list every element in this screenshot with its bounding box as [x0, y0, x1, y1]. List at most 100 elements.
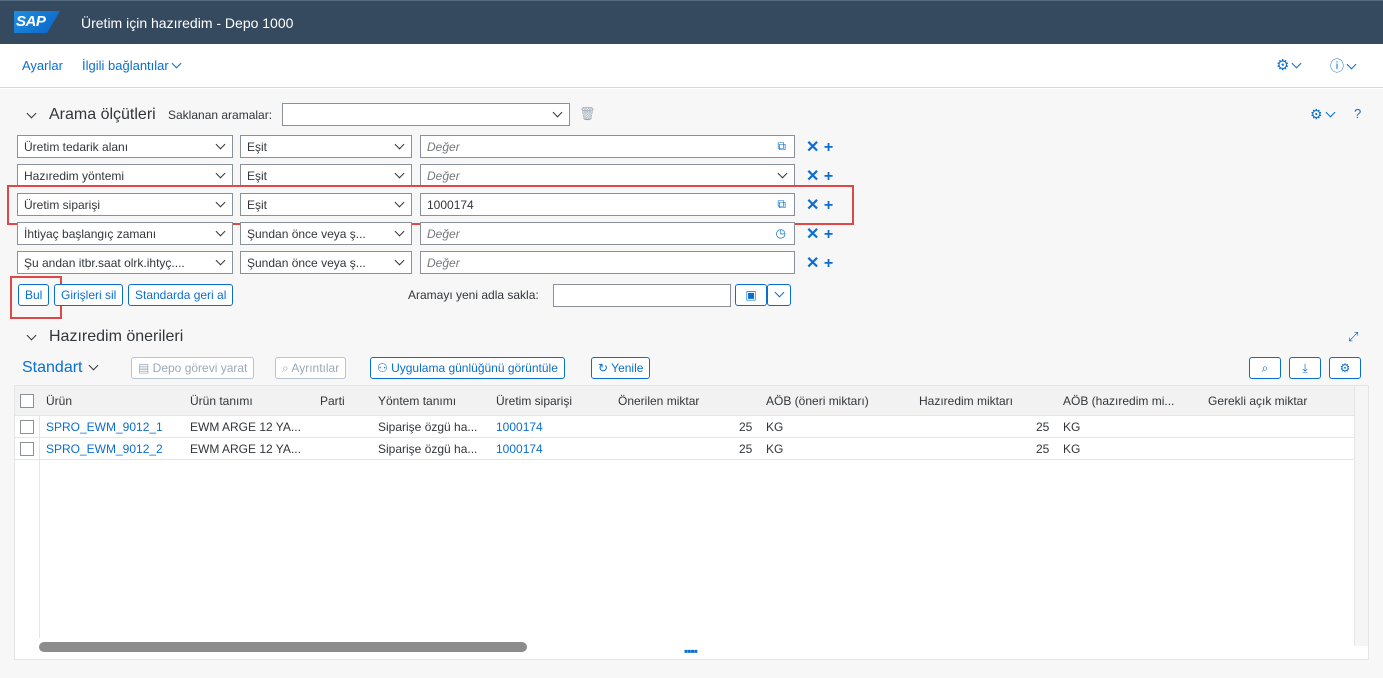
refresh-icon: ↻ — [598, 361, 612, 375]
download-icon[interactable]: ⤓ — [1289, 357, 1321, 379]
remove-add-criteria[interactable]: ✕ + — [806, 224, 833, 244]
row-checkbox[interactable] — [20, 420, 34, 434]
proposed-qty: 25 — [739, 442, 753, 456]
criteria-operator-select[interactable]: Eşit — [240, 135, 412, 158]
help-menu[interactable]: ⓘ — [1330, 56, 1358, 76]
delete-saved-search-icon[interactable]: 🗑 — [579, 106, 596, 122]
search-icon: ⌕ — [282, 361, 292, 375]
column-header[interactable]: AÖB (hazıredim mi... — [1063, 394, 1174, 408]
chevron-down-icon — [1346, 59, 1357, 70]
criteria-value-input[interactable]: Değer ◷ — [420, 222, 795, 245]
collapse-search-toggle[interactable] — [24, 108, 38, 123]
staged-qty: 25 — [1036, 420, 1050, 434]
criteria-field-select[interactable]: Hazıredim yöntemi — [17, 164, 233, 187]
method-desc: Siparişe özgü ha... — [378, 420, 478, 434]
criteria-field-select[interactable]: Üretim tedarik alanı — [17, 135, 233, 158]
variant-selector[interactable]: Standart — [22, 359, 100, 377]
select-all-checkbox[interactable] — [20, 394, 34, 408]
settings-link[interactable]: Ayarlar — [22, 58, 63, 73]
column-header[interactable]: Ürün — [46, 394, 72, 408]
criteria-value-select[interactable]: Değer — [420, 164, 795, 187]
chevron-down-icon — [215, 168, 226, 179]
details-button[interactable]: ⌕ Ayrıntılar — [275, 357, 347, 379]
order-link[interactable]: 1000174 — [496, 442, 543, 456]
staged-uom: KG — [1063, 420, 1081, 434]
fullscreen-icon[interactable]: ⤢ — [1348, 329, 1358, 345]
criteria-operator-select[interactable]: Şundan önce veya ş... — [240, 251, 412, 274]
criteria-operator-select[interactable]: Şundan önce veya ş... — [240, 222, 412, 245]
column-header[interactable]: Önerilen miktar — [618, 394, 699, 408]
refresh-button[interactable]: ↻ Yenile — [591, 357, 651, 379]
column-header[interactable]: AÖB (öneri miktarı) — [766, 394, 869, 408]
vertical-scroll-area[interactable] — [1354, 386, 1368, 646]
save-icon[interactable]: ▣ — [735, 284, 767, 306]
settings-gear-menu[interactable]: ⚙ — [1276, 56, 1303, 74]
order-link[interactable]: 1000174 — [496, 420, 543, 434]
chevron-down-icon — [26, 330, 37, 341]
chevron-down-icon — [1325, 107, 1336, 118]
remove-add-criteria[interactable]: ✕ + — [806, 137, 833, 157]
criteria-field-select[interactable]: Şu andan itbr.saat olrk.ihtyç.... — [17, 251, 233, 274]
chevron-down-icon — [26, 108, 37, 119]
row-checkbox[interactable] — [20, 442, 34, 456]
chevron-down-icon — [552, 107, 563, 118]
remove-add-criteria[interactable]: ✕ + — [806, 166, 833, 186]
saved-searches-label: Saklanan aramalar: — [168, 108, 273, 122]
menu-bar: Ayarlar İlgili bağlantılar ⚙ ⓘ — [0, 44, 1383, 88]
criteria-value-input[interactable]: Değer — [420, 251, 795, 274]
save-search-label: Aramayı yeni adla sakla: — [408, 288, 539, 302]
chevron-down-icon — [777, 168, 788, 179]
chevron-down-icon — [394, 139, 405, 150]
datetime-picker-icon[interactable]: ◷ — [776, 226, 786, 240]
save-search-name-input[interactable] — [553, 284, 731, 307]
clear-entries-button[interactable]: Girişleri sil — [54, 284, 124, 306]
related-links-menu[interactable]: İlgili bağlantılar — [82, 58, 183, 73]
column-header[interactable]: Hazıredim miktarı — [919, 394, 1013, 408]
proposed-uom: KG — [766, 442, 784, 456]
proposals-header: Hazıredim önerileri — [49, 328, 184, 345]
column-header[interactable]: Ürün tanımı — [190, 394, 253, 408]
table-row[interactable]: SPRO_EWM_9012_2 EWM ARGE 12 YA... Sipari… — [15, 438, 1355, 460]
collapse-proposals-toggle[interactable] — [24, 330, 38, 345]
chevron-down-icon — [215, 139, 226, 150]
table-header: Ürün Ürün tanımı Parti Yöntem tanımı Üre… — [15, 386, 1355, 416]
value-help-icon[interactable]: ⧉ — [777, 139, 786, 154]
criteria-field-select[interactable]: İhtiyaç başlangıç zamanı — [17, 222, 233, 245]
glasses-icon: ⚇ — [377, 361, 392, 375]
app-log-button[interactable]: ⚇ Uygulama günlüğünü görüntüle — [370, 357, 565, 379]
table-row[interactable]: SPRO_EWM_9012_1 EWM ARGE 12 YA... Sipari… — [15, 416, 1355, 438]
table-settings-gear-icon[interactable]: ⚙ — [1329, 357, 1361, 379]
product-link[interactable]: SPRO_EWM_9012_1 — [46, 420, 163, 434]
save-options-dropdown[interactable] — [767, 284, 791, 306]
method-desc: Siparişe özgü ha... — [378, 442, 478, 456]
product-link[interactable]: SPRO_EWM_9012_2 — [46, 442, 163, 456]
product-desc: EWM ARGE 12 YA... — [190, 442, 301, 456]
resize-handle-icon[interactable]: ▪▪▪▪ — [684, 644, 698, 658]
shell-bar: SAP Üretim için hazıredim - Depo 1000 — [0, 0, 1383, 44]
create-task-button[interactable]: ▤ Depo görevi yarat — [131, 357, 255, 379]
criteria-operator-select[interactable]: Eşit — [240, 164, 412, 187]
search-settings-gear[interactable]: ⚙ — [1310, 106, 1337, 123]
product-desc: EWM ARGE 12 YA... — [190, 420, 301, 434]
chevron-down-icon — [394, 226, 405, 237]
chevron-down-icon — [215, 226, 226, 237]
saved-searches-select[interactable] — [282, 103, 570, 126]
sap-logo[interactable]: SAP — [14, 11, 60, 33]
staged-qty: 25 — [1036, 442, 1050, 456]
chevron-down-icon — [1292, 58, 1302, 69]
column-header[interactable]: Üretim siparişi — [496, 394, 572, 408]
proposed-uom: KG — [766, 420, 784, 434]
gear-icon: ⚙ — [1310, 106, 1323, 122]
horizontal-scrollbar[interactable] — [39, 642, 527, 652]
table-search-icon[interactable]: ⌕ — [1249, 357, 1281, 379]
column-divider — [39, 416, 40, 638]
criteria-value-input[interactable]: Değer ⧉ — [420, 135, 795, 158]
search-help-icon[interactable]: ? — [1354, 106, 1361, 121]
remove-add-criteria[interactable]: ✕ + — [806, 253, 833, 273]
column-header[interactable]: Parti — [320, 394, 345, 408]
proposed-qty: 25 — [739, 420, 753, 434]
column-header[interactable]: Gerekli açık miktar — [1208, 394, 1307, 408]
column-header[interactable]: Yöntem tanımı — [378, 394, 456, 408]
gear-icon: ⚙ — [1276, 57, 1290, 74]
reset-standard-button[interactable]: Standarda geri al — [128, 284, 234, 306]
